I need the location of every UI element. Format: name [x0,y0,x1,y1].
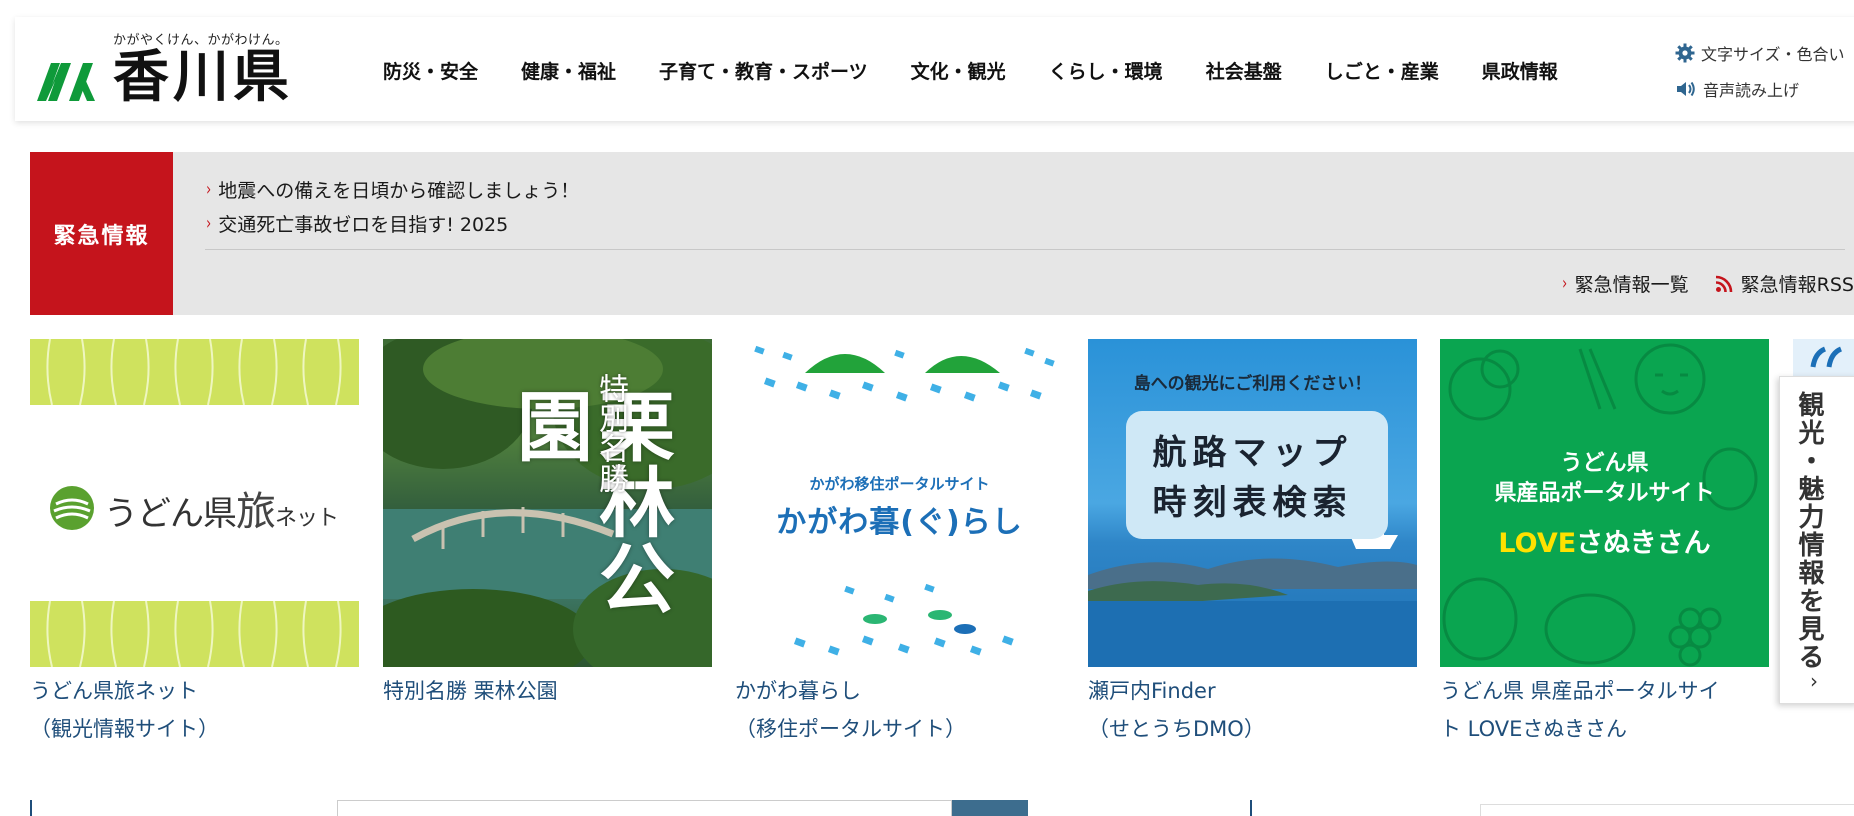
nav-kensei[interactable]: 県政情報 [1482,57,1558,84]
udon-bowl-icon [50,486,94,530]
udon-tabi-logo: うどん県旅ネット [48,479,339,537]
section-border [1250,800,1252,816]
nav-bousai[interactable]: 防災・安全 [383,57,478,84]
caption-line: かがわ暮らし [735,679,861,703]
caption-line: （移住ポータルサイト） [735,717,966,741]
banner-caption-ritsurin-koen[interactable]: 特別名勝 栗林公園 [383,672,558,710]
banner-udon-tabi-net[interactable]: うどん県旅ネット [30,339,359,667]
emergency-list-label: 緊急情報一覧 [1574,274,1689,296]
emergency-rss-label: 緊急情報RSS [1740,274,1854,296]
emergency-item[interactable]: › 地震への備えを日頃から確認しましょう！ [205,172,579,206]
banner-caption-udon-tabi-net[interactable]: うどん県旅ネット （観光情報サイト） [30,672,219,748]
nav-bunka[interactable]: 文化・観光 [911,57,1006,84]
kagawa-logo-mark-icon[interactable] [33,49,99,107]
divider [205,249,1845,250]
nav-kurashi[interactable]: くらし・環境 [1049,57,1163,84]
setouchi-line-2: 時刻表検索 [1152,483,1353,523]
gear-icon [1675,43,1695,63]
nav-kenkou[interactable]: 健康・福祉 [521,57,616,84]
font-color-setting-link[interactable]: 文字サイズ・色合い [1675,39,1845,67]
section-border [30,800,32,816]
site-header: かがやくけん、かがわけん。 香川県 防災・安全 健康・福祉 子育て・教育・スポー… [15,17,1854,121]
emergency-list-link[interactable]: › 緊急情報一覧 [1561,270,1689,297]
search-button[interactable] [952,800,1028,816]
sidetab-label: 観光・魅力情報を見る [1794,391,1824,671]
caption-line: うどん県旅ネット [30,679,198,703]
decorative-band [30,339,359,405]
emergency-item-text: 交通死亡事故ゼロを目指す! 2025 [218,213,509,236]
emergency-label: 緊急情報 [30,152,173,315]
nav-shakai[interactable]: 社会基盤 [1206,57,1282,84]
banner-caption-setouchi-finder[interactable]: 瀬戸内Finder （せとうちDMO） [1088,672,1265,748]
kagawa-gurashi-title: かがわ暮(ぐ)らし [776,505,1023,540]
love-sanuki-line-1: うどん県 [1560,451,1649,476]
banner-caption-love-sanuki-san[interactable]: うどん県 県産品ポータルサイ ト LOVEさぬきさん [1440,672,1720,748]
emergency-info-panel: 緊急情報 › 地震への備えを日頃から確認しましょう！ › 交通死亡事故ゼロを目指… [30,152,1854,315]
banner-setouchi-finder[interactable]: 島への観光にご利用ください！ 航路マップ 時刻表検索 [1088,339,1417,667]
global-nav: 防災・安全 健康・福祉 子育て・教育・スポーツ 文化・観光 くらし・環境 社会基… [383,57,1601,84]
sightseeing-side-tab[interactable]: 観光・魅力情報を見る › [1779,376,1854,704]
font-color-setting-label: 文字サイズ・色合い [1701,45,1845,64]
setouchi-line-1: 航路マップ [1152,433,1353,473]
rss-icon [1715,275,1732,292]
decorative-band [30,601,359,667]
read-aloud-label: 音声読み上げ [1703,81,1800,100]
caption-line: （せとうちDMO） [1088,717,1265,741]
utility-links: 文字サイズ・色合い 音声読み上げ [1675,39,1845,111]
caption-line: （観光情報サイト） [30,717,219,741]
caption-line: 特別名勝 栗林公園 [383,679,558,703]
emergency-links: › 緊急情報一覧 緊急情報RSS [1535,270,1854,297]
nav-shigoto[interactable]: しごと・産業 [1325,57,1439,84]
quote-mark-icon [1810,346,1843,368]
emergency-rss-link[interactable]: 緊急情報RSS [1715,270,1854,297]
logo-text[interactable]: 香川県 [113,49,293,105]
nav-kosodate[interactable]: 子育て・教育・スポーツ [659,57,868,84]
emergency-item-text: 地震への備えを日頃から確認しましょう！ [218,179,580,202]
caption-line: 瀬戸内Finder [1088,679,1216,703]
emergency-list: › 地震への備えを日頃から確認しましょう！ › 交通死亡事故ゼロを目指す! 20… [205,172,579,240]
banner-ritsurin-koen[interactable]: 栗林公園 特別名勝 [383,339,712,667]
search-input[interactable] [337,800,952,816]
ritsurin-subtitle: 特別名勝 [593,373,628,493]
read-aloud-link[interactable]: 音声読み上げ [1675,75,1845,103]
setouchi-top-text: 島への観光にご利用ください！ [1133,374,1372,394]
content-box [1480,804,1854,816]
banner-kagawa-gurashi[interactable]: かがわ移住ポータルサイト かがわ暮(ぐ)らし [735,339,1064,667]
emergency-item[interactable]: › 交通死亡事故ゼロを目指す! 2025 [205,206,579,240]
chevron-right-icon: › [206,212,212,234]
chevron-right-icon: › [1810,669,1818,693]
ritsurin-title: 栗林公園 [504,387,675,615]
chevron-right-icon: › [206,178,212,200]
kagawa-gurashi-subtitle: かがわ移住ポータルサイト [809,475,990,493]
udon-tabi-wordmark: うどん県旅ネット [104,489,339,535]
banner-caption-kagawa-gurashi[interactable]: かがわ暮らし （移住ポータルサイト） [735,672,966,748]
banner-love-sanuki-san[interactable]: うどん県 県産品ポータルサイト LOVEさぬきさん [1440,339,1769,667]
caption-line: ト LOVEさぬきさん [1440,717,1628,741]
love-sanuki-line-2: 県産品ポータルサイト [1494,481,1715,506]
speaker-icon [1677,81,1695,97]
caption-line: うどん県 県産品ポータルサイ [1440,679,1720,703]
chevron-right-icon: › [1562,273,1568,294]
love-sanuki-line-3: LOVEさぬきさん [1498,528,1711,559]
